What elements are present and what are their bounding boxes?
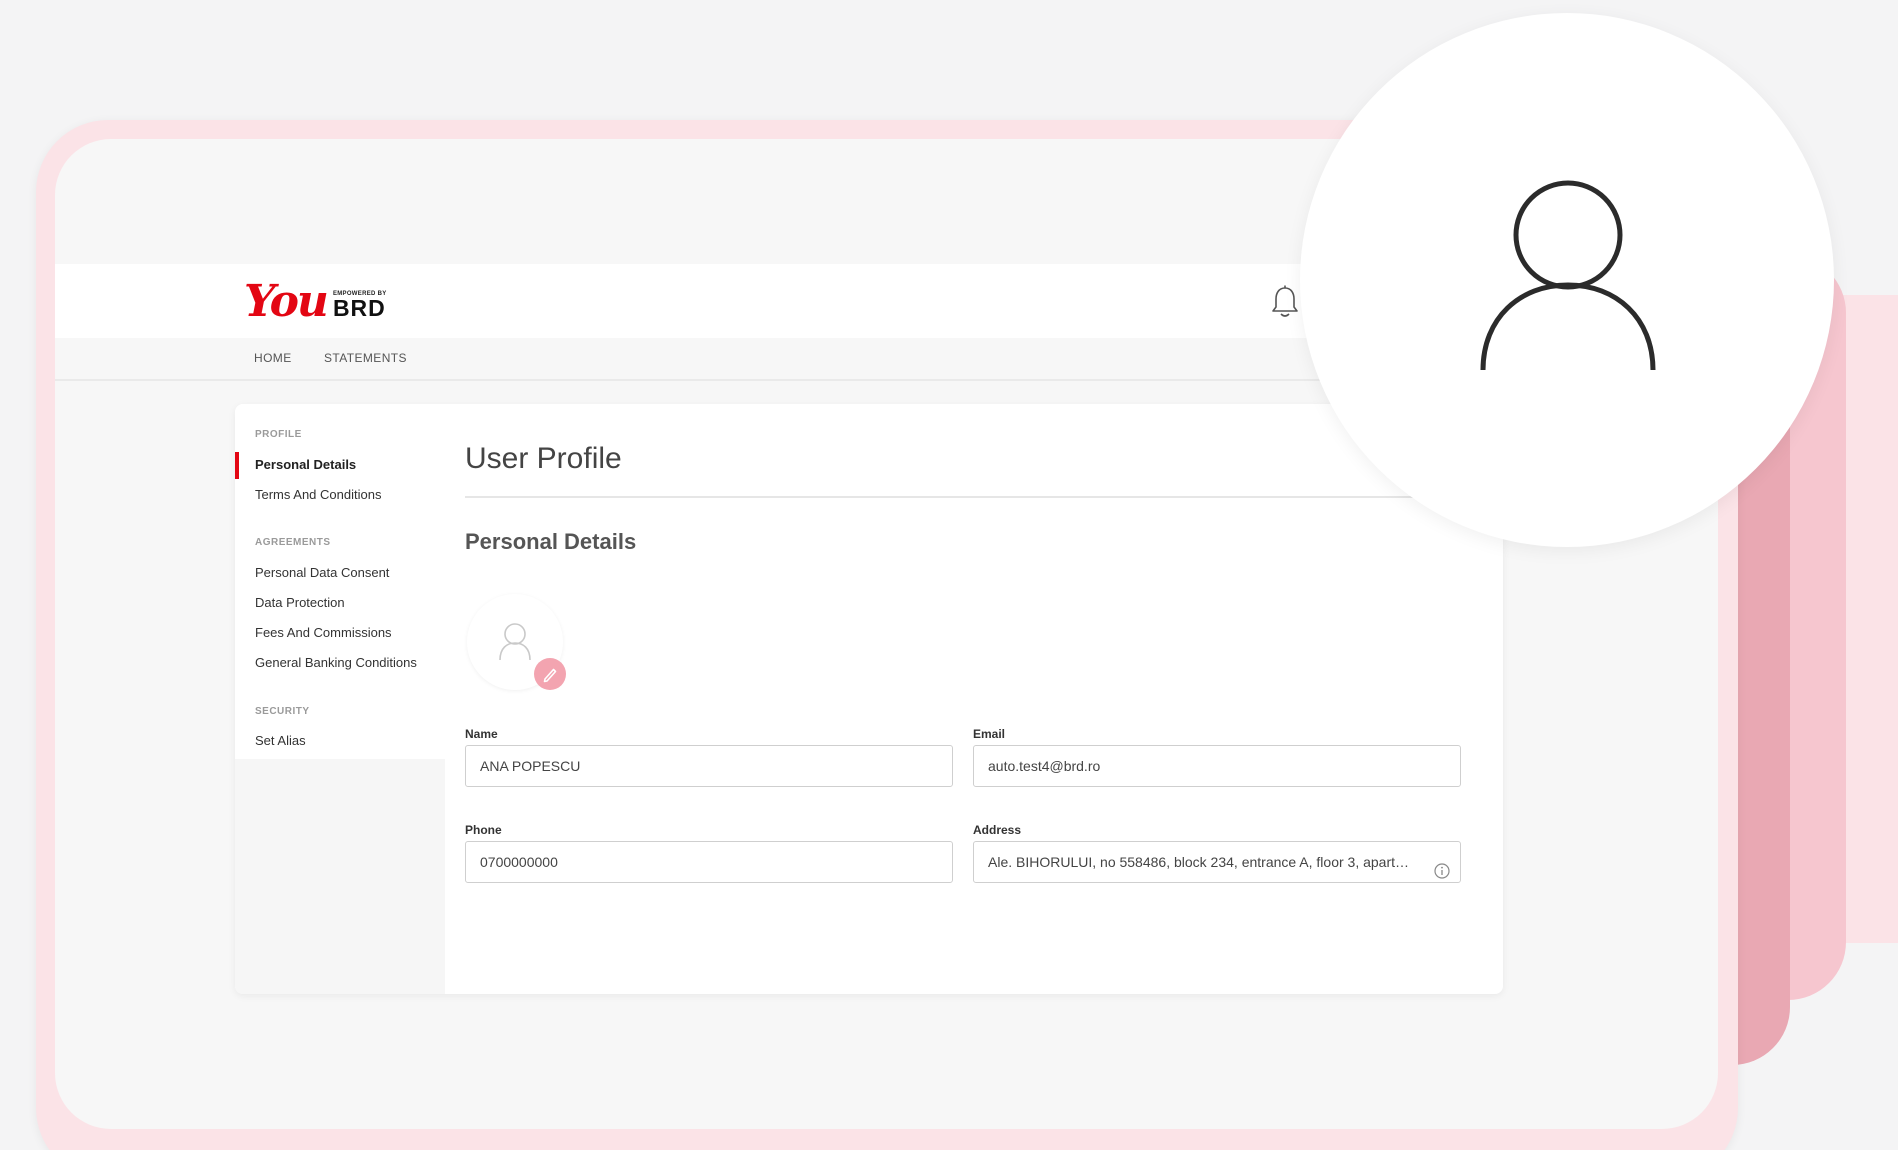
email-value: auto.test4@brd.ro — [988, 758, 1101, 774]
profile-avatar[interactable] — [467, 594, 567, 694]
name-value: ANA POPESCU — [480, 758, 581, 774]
sidebar-item-fees-and-commissions[interactable]: Fees And Commissions — [255, 625, 392, 640]
user-icon — [1480, 180, 1656, 371]
logo-brd-text: BRD — [332, 295, 386, 321]
nav-statements[interactable]: STATEMENTS — [324, 351, 407, 365]
section-title: Personal Details — [465, 529, 637, 554]
address-label: Address — [973, 823, 1022, 837]
sidebar-item-data-protection[interactable]: Data Protection — [255, 595, 345, 610]
active-indicator — [235, 452, 239, 479]
sidebar-item-personal-details[interactable]: Personal Details — [255, 457, 356, 472]
sidebar-item-set-alias[interactable]: Set Alias — [255, 733, 306, 748]
sidebar-item-terms-and-conditions[interactable]: Terms And Conditions — [255, 487, 381, 502]
page-title: User Profile — [465, 442, 622, 475]
email-field[interactable]: auto.test4@brd.ro — [973, 745, 1461, 787]
phone-value: 0700000000 — [480, 854, 558, 870]
logo-bank-block: EMPOWERED BY BRD — [333, 291, 387, 320]
address-field[interactable]: Ale. BIHORULUI, no 558486, block 234, en… — [973, 841, 1461, 883]
info-icon[interactable] — [1434, 854, 1450, 879]
avatar-highlight — [1300, 13, 1834, 547]
email-label: Email — [973, 727, 1006, 741]
profile-content: User Profile Personal Details Name ANA P… — [465, 404, 1485, 994]
phone-label: Phone — [465, 823, 502, 837]
sidebar-section-profile: PROFILE — [255, 429, 302, 440]
sidebar-item-general-banking-conditions[interactable]: General Banking Conditions — [255, 655, 417, 670]
logo-you-text: You — [244, 276, 329, 327]
name-label: Name — [465, 727, 498, 741]
bell-icon[interactable] — [1270, 284, 1300, 320]
profile-card: PROFILE Personal Details Terms And Condi… — [235, 404, 1503, 994]
edit-avatar-button[interactable] — [534, 658, 566, 690]
pencil-icon — [543, 668, 557, 683]
nav-home[interactable]: HOME — [254, 351, 292, 365]
sidebar-empty-area — [235, 759, 445, 994]
brand-logo[interactable]: You EMPOWERED BY BRD — [244, 278, 387, 324]
phone-field[interactable]: 0700000000 — [465, 841, 953, 883]
title-divider — [465, 496, 1483, 498]
sidebar-section-agreements: AGREEMENTS — [255, 537, 331, 548]
address-value: Ale. BIHORULUI, no 558486, block 234, en… — [988, 854, 1410, 870]
promo-stage: You EMPOWERED BY BRD HOME STATEMENTS PRO… — [0, 0, 1898, 1150]
profile-sidebar: PROFILE Personal Details Terms And Condi… — [235, 404, 445, 759]
sidebar-item-personal-data-consent[interactable]: Personal Data Consent — [255, 565, 389, 580]
name-field[interactable]: ANA POPESCU — [465, 745, 953, 787]
sidebar-section-security: SECURITY — [255, 706, 310, 717]
